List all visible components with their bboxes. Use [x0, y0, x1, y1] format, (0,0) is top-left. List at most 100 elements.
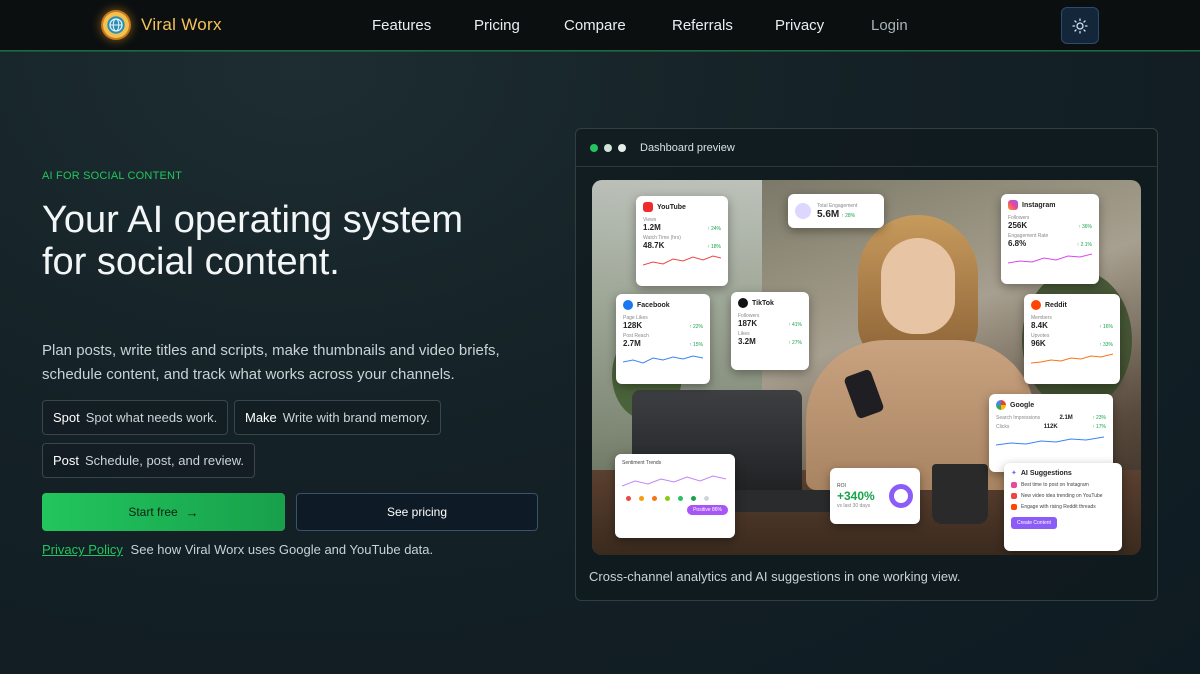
instagram-icon	[1011, 482, 1017, 488]
privacy-line: Privacy Policy See how Viral Worx uses G…	[42, 542, 433, 557]
stat-value: 96K	[1031, 339, 1046, 348]
youtube-stats-card: YouTube Views 1.2M ↑ 24% Watch Time (hrs)…	[636, 196, 728, 286]
roi-ring-icon	[889, 484, 913, 508]
ai-suggestion-item[interactable]: Engage with rising Reddit threads	[1011, 504, 1115, 510]
brand[interactable]: Viral Worx	[101, 10, 222, 40]
nav-link-compare[interactable]: Compare	[564, 17, 626, 34]
sparkline	[623, 355, 703, 364]
window-dot-light	[604, 143, 612, 152]
stat-value: 2.1M	[1059, 415, 1073, 421]
stat-change: ↑ 24%	[707, 226, 721, 232]
sun-icon	[1072, 17, 1088, 34]
stat-label: Clicks	[996, 424, 1010, 430]
privacy-text: See how Viral Worx uses Google and YouTu…	[130, 542, 434, 557]
engagement-card: Total Engagement 5.6M ↑ 28%	[788, 194, 884, 228]
feature-chip-spot: Spot Spot what needs work.	[42, 400, 229, 435]
arrow-right-icon: →	[185, 504, 199, 520]
stat-value: 48.7K	[643, 241, 665, 250]
stat-change: ↑ 16%	[1099, 324, 1113, 330]
preview-title: Dashboard preview	[640, 141, 735, 154]
roi-value: +340%	[837, 489, 875, 503]
facebook-stats-card: Facebook Page Likes 128K ↑ 22% Post Reach…	[616, 294, 710, 384]
users-icon	[795, 203, 811, 219]
instagram-stats-card: Instagram Followers 256K ↑ 36% Engagement…	[1001, 194, 1099, 284]
brand-name: Viral Worx	[141, 15, 222, 34]
sentiment-line	[621, 475, 727, 487]
stat-change: ↑ 33%	[1099, 342, 1113, 348]
facebook-icon	[623, 300, 633, 310]
stat-value: 8.4K	[1031, 321, 1048, 330]
tiktok-stats-card: TikTok Followers 187K ↑ 41% Likes 3.2M ↑ 2…	[731, 292, 809, 370]
chip-text: Write with brand memory.	[282, 410, 430, 425]
nav-link-login[interactable]: Login	[871, 17, 908, 34]
dashboard-preview-image: YouTube Views 1.2M ↑ 24% Watch Time (hrs)…	[592, 180, 1141, 555]
engagement-value: 5.6M	[817, 208, 840, 220]
theme-toggle-button[interactable]	[1061, 7, 1099, 44]
card-title: Instagram	[1022, 201, 1056, 209]
stat-change: ↑ 17%	[1092, 424, 1106, 430]
chip-text: Schedule, post, and review.	[85, 453, 245, 468]
stat-value: 3.2M	[738, 337, 756, 346]
ai-suggestion-item[interactable]: New video idea trending on YouTube	[1011, 493, 1115, 499]
sentiment-card: Sentiment Trends Positive 86%	[615, 454, 735, 538]
hero-eyebrow: AI FOR SOCIAL CONTENT	[42, 170, 183, 182]
see-pricing-label: See pricing	[386, 505, 448, 519]
sentiment-dots	[626, 496, 728, 501]
create-content-button[interactable]: Create Content	[1011, 517, 1057, 529]
chip-key: Post	[53, 453, 80, 468]
nav-link-pricing[interactable]: Pricing	[474, 17, 520, 34]
card-title: Facebook	[637, 301, 670, 309]
youtube-icon	[1011, 493, 1017, 499]
youtube-icon	[643, 202, 653, 212]
start-free-label: Start free	[128, 505, 178, 519]
feature-chip-post: Post Schedule, post, and review.	[42, 443, 256, 478]
stat-change: ↑ 15%	[689, 342, 703, 348]
see-pricing-button[interactable]: See pricing	[296, 493, 538, 531]
stat-change: ↑ 27%	[788, 340, 802, 346]
preview-header: Dashboard preview	[576, 129, 1157, 167]
scene-person-face	[881, 238, 955, 334]
window-dot-green	[590, 143, 598, 152]
scene-mug	[932, 464, 988, 524]
stat-value: 128K	[623, 321, 643, 330]
privacy-policy-link[interactable]: Privacy Policy	[42, 542, 123, 557]
card-title: Reddit	[1045, 301, 1067, 309]
card-title: Google	[1010, 401, 1035, 409]
roi-sub: vs last 30 days	[837, 503, 871, 509]
stat-value: 6.8%	[1008, 239, 1027, 248]
sparkle-icon: ✦	[1011, 470, 1017, 477]
tiktok-icon	[738, 298, 748, 308]
stat-value: 1.2M	[643, 223, 661, 232]
card-title: AI Suggestions	[1020, 469, 1072, 477]
stat-value: 187K	[738, 319, 758, 328]
stat-value: 2.7M	[623, 339, 641, 348]
ai-suggestion-item[interactable]: Best time to post on Instagram	[1011, 482, 1115, 488]
roi-card: ROI +340% vs last 30 days	[830, 468, 920, 524]
window-dot-light	[618, 143, 626, 152]
nav-link-privacy[interactable]: Privacy	[775, 17, 824, 34]
reddit-stats-card: Reddit Members 8.4K ↑ 16% Upvotes 96K ↑ 33…	[1024, 294, 1120, 384]
card-title: TikTok	[752, 299, 774, 307]
dashboard-preview-card: Dashboard preview YouTube Views 1.2M ↑ 24…	[575, 128, 1158, 601]
chip-key: Make	[245, 410, 277, 425]
top-nav: Viral Worx Features Pricing Compare Refe…	[0, 0, 1200, 51]
nav-link-referrals[interactable]: Referrals	[672, 17, 733, 34]
nav-link-features[interactable]: Features	[372, 17, 431, 34]
sparkline	[643, 255, 721, 266]
instagram-icon	[1008, 200, 1018, 210]
start-free-button[interactable]: Start free →	[42, 493, 285, 531]
card-title: YouTube	[657, 203, 686, 211]
hero-subtitle: Plan posts, write titles and scripts, ma…	[42, 342, 500, 383]
chip-text: Spot what needs work.	[85, 410, 218, 425]
sparkline	[1008, 253, 1092, 264]
ai-suggestions-card: ✦ AI Suggestions Best time to post on Ins…	[1004, 463, 1122, 551]
chip-key: Spot	[53, 410, 80, 425]
engagement-change: ↑ 28%	[841, 212, 856, 219]
stat-value: 256K	[1008, 221, 1028, 230]
sparkline	[1031, 353, 1113, 364]
stat-change: ↑ 41%	[788, 322, 802, 328]
reddit-icon	[1011, 504, 1017, 510]
globe-logo-icon	[101, 10, 131, 40]
reddit-icon	[1031, 300, 1041, 310]
stat-change: ↑ 2.1%	[1076, 242, 1092, 248]
